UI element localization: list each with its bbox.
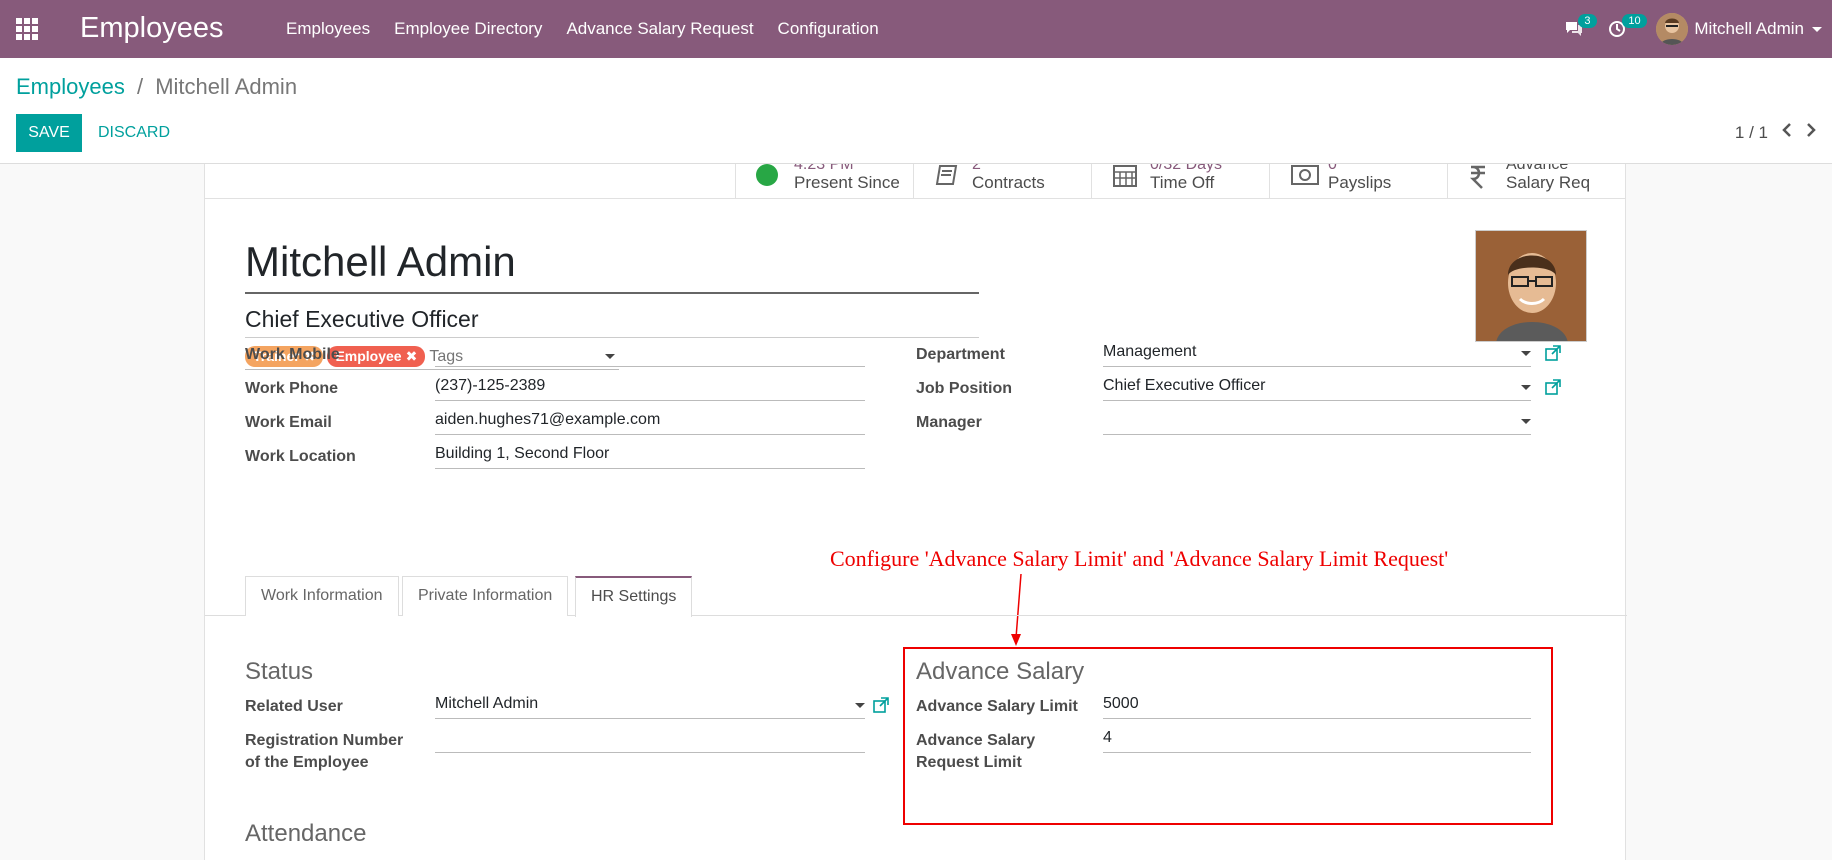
registration-number-field[interactable] [435,725,865,753]
stat-label: Salary Req [1506,173,1591,192]
job-position-label: Job Position [916,380,1012,397]
book-icon [934,164,960,193]
tag-label: Employee [335,348,402,364]
stat-button-box: 4:23 PM Present Since 2 Contracts 0/32 D… [735,164,1625,199]
manager-label: Manager [916,414,982,431]
advance-salary-section-title: Advance Salary [916,658,1085,685]
tab-work-information[interactable]: Work Information [245,576,399,616]
money-icon [1290,164,1320,193]
department-field[interactable]: Management [1103,339,1531,367]
avatar [1656,13,1689,45]
breadcrumb: Employees / Mitchell Admin [16,74,297,100]
apps-menu-icon[interactable] [16,18,38,40]
department-value: Management [1103,343,1197,360]
work-phone-label: Work Phone [245,380,339,397]
payslips-button[interactable]: 0 Payslips [1269,164,1447,199]
tab-hr-settings[interactable]: HR Settings [575,576,693,617]
menu-item-advance-salary-request[interactable]: Advance Salary Request [554,19,765,39]
registration-label-line-2: of the Employee [245,754,369,771]
related-user-label: Related User [245,698,343,715]
external-link-icon[interactable] [1545,345,1561,366]
job-position-value: Chief Executive Officer [1103,377,1266,394]
stat-label: Contracts [972,173,1045,192]
save-button[interactable]: SAVE [16,114,82,152]
related-user-field[interactable]: Mitchell Admin [435,691,865,719]
calendar-icon [1112,164,1138,193]
status-section-title: Status [245,658,314,685]
green-dot-icon [756,164,778,186]
external-link-icon[interactable] [1545,379,1561,400]
work-email-label: Work Email [245,414,332,431]
employee-photo[interactable] [1475,230,1587,342]
user-name: Mitchell Admin [1694,19,1804,38]
chevron-down-icon[interactable] [855,703,865,708]
user-menu[interactable]: Mitchell Admin [1656,13,1822,45]
breadcrumb-separator: / [136,74,144,99]
department-label: Department [916,346,1005,363]
systray: 3 10 Mitchell Admin [1564,0,1832,58]
pager-value[interactable]: 1 / 1 [1735,123,1768,143]
present-since-button[interactable]: 4:23 PM Present Since [735,164,913,199]
chevron-down-icon[interactable] [1521,385,1531,390]
notebook-tabs: Work Information Private Information HR … [205,576,1627,617]
time-off-button[interactable]: 0/32 Days Time Off [1091,164,1269,199]
registration-number-label: Registration Number of the Employee [245,732,403,772]
attendance-section-title: Attendance [245,820,367,847]
chevron-down-icon[interactable] [1521,419,1531,424]
tab-private-information[interactable]: Private Information [402,576,569,616]
job-position-field[interactable]: Chief Executive Officer [1103,373,1531,401]
work-email-field[interactable]: aiden.hughes71@example.com [435,407,865,435]
stat-label: Present Since [794,173,900,192]
registration-label-line-1: Registration Number [245,732,404,749]
activities-button[interactable]: 10 [1608,14,1647,38]
external-link-icon[interactable] [873,697,889,718]
advance-salary-limit-label: Advance Salary Limit [916,698,1078,715]
request-limit-label-line-1: Advance Salary [916,732,1036,749]
work-location-field[interactable]: Building 1, Second Floor [435,441,865,469]
pager: 1 / 1 [1735,122,1816,143]
discard-button[interactable]: DISCARD [90,114,178,152]
messages-button[interactable]: 3 [1564,14,1597,38]
employee-name-field[interactable]: Mitchell Admin [245,238,979,294]
menu-item-configuration[interactable]: Configuration [766,19,891,39]
stat-label: Payslips [1328,173,1392,192]
control-panel: Employees / Mitchell Admin SAVE DISCARD … [0,58,1832,164]
stat-label: Time Off [1150,173,1215,192]
manager-field[interactable] [1103,407,1531,435]
chevron-down-icon[interactable] [1521,351,1531,356]
activities-count-badge: 10 [1622,14,1647,28]
app-title: Employees [80,12,224,44]
breadcrumb-current: Mitchell Admin [155,74,298,99]
related-user-value: Mitchell Admin [435,695,539,712]
advance-salary-limit-field[interactable]: 5000 [1103,691,1531,719]
form-sheet: 4:23 PM Present Since 2 Contracts 0/32 D… [204,164,1627,860]
breadcrumb-employees-link[interactable]: Employees [16,74,125,99]
work-mobile-label: Work Mobile [245,346,340,363]
job-title-field[interactable]: Chief Executive Officer [245,306,979,338]
rupee-icon [1468,164,1488,195]
request-limit-label-line-2: Request Limit [916,754,1022,771]
contracts-button[interactable]: 2 Contracts [913,164,1091,199]
chevron-left-icon[interactable] [1782,122,1792,143]
main-menu: Employees Employee Directory Advance Sal… [274,0,891,58]
chevron-right-icon[interactable] [1806,122,1816,143]
menu-item-employees[interactable]: Employees [274,19,382,39]
work-location-label: Work Location [245,448,356,465]
tag-employee: Employee ✖ [327,346,426,367]
top-navbar: Employees Employees Employee Directory A… [0,0,1832,58]
menu-item-employee-directory[interactable]: Employee Directory [382,19,554,39]
advance-salary-request-limit-label: Advance Salary Request Limit [916,732,1035,772]
work-phone-field[interactable]: (237)-125-2389 [435,373,865,401]
work-mobile-field[interactable] [435,339,865,367]
remove-tag-icon[interactable]: ✖ [406,348,418,364]
chevron-down-icon [1812,26,1822,32]
advance-salary-request-button[interactable]: Advance Salary Req [1447,164,1625,199]
advance-salary-request-limit-field[interactable]: 4 [1103,725,1531,753]
messages-count-badge: 3 [1578,14,1597,28]
annotation-text: Configure 'Advance Salary Limit' and 'Ad… [830,546,1449,571]
